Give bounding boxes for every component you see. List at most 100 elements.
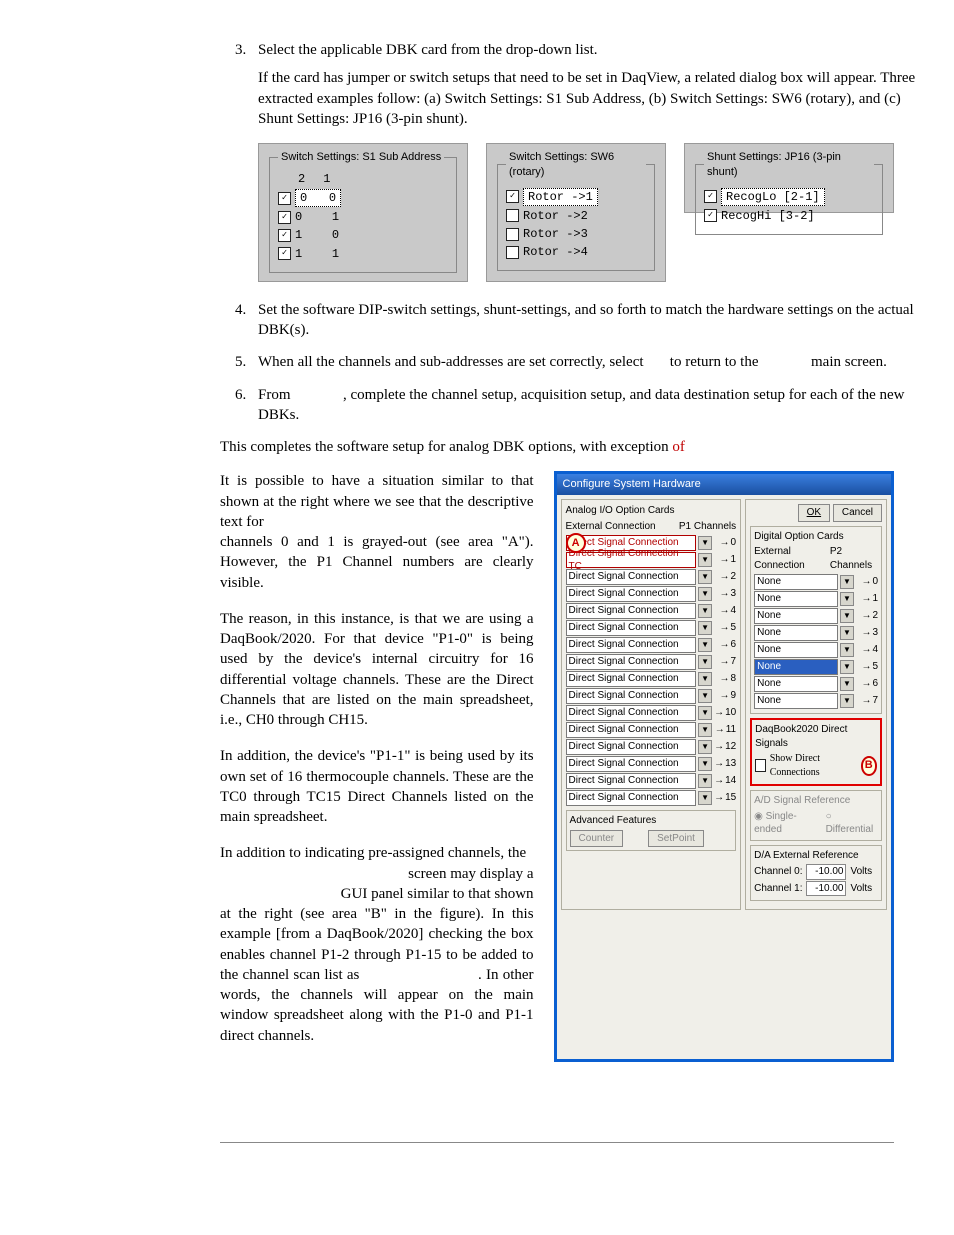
checkbox-icon[interactable]	[704, 190, 717, 203]
prose-p1: It is possible to have a situation simil…	[220, 473, 534, 530]
chevron-down-icon[interactable]: ▼	[698, 536, 712, 550]
chevron-down-icon[interactable]: ▼	[698, 553, 712, 567]
checkbox-icon[interactable]	[506, 190, 519, 203]
closing-text: This completes the software setup for an…	[220, 439, 672, 455]
panel3-row0[interactable]: RecogLo [2-1]	[704, 188, 874, 206]
checkbox-icon[interactable]	[506, 209, 519, 222]
chevron-down-icon[interactable]: ▼	[840, 694, 854, 708]
channel-number: 7	[856, 694, 878, 708]
digital-select[interactable]: None	[754, 574, 838, 590]
checkbox-icon[interactable]	[506, 246, 519, 259]
chevron-down-icon[interactable]: ▼	[840, 592, 854, 606]
prose-p4a: In addition to indicating pre-assigned c…	[220, 845, 526, 861]
channel-number: 6	[856, 677, 878, 691]
channel-number: 3	[856, 626, 878, 640]
panel1-row0[interactable]: 0 0	[278, 189, 448, 207]
step3-text: Select the applicable DBK card from the …	[258, 42, 598, 58]
chevron-down-icon[interactable]: ▼	[698, 706, 712, 720]
show-direct-checkbox[interactable]	[755, 759, 766, 772]
channel-select[interactable]: Direct Signal Connection	[566, 773, 697, 789]
checkbox-icon[interactable]	[278, 247, 291, 260]
chevron-down-icon[interactable]: ▼	[840, 609, 854, 623]
digital-select[interactable]: None	[754, 676, 838, 692]
panel2-row3[interactable]: Rotor ->4	[506, 244, 646, 260]
panel2-row2[interactable]: Rotor ->3	[506, 226, 646, 242]
setpoint-button[interactable]: SetPoint	[648, 830, 704, 848]
chevron-down-icon[interactable]: ▼	[840, 660, 854, 674]
channel-number: 7	[714, 655, 736, 669]
channel-select[interactable]: Direct Signal Connection	[566, 722, 697, 738]
chevron-down-icon[interactable]: ▼	[698, 587, 712, 601]
channel-select[interactable]: Direct Signal Connection	[566, 586, 697, 602]
chevron-down-icon[interactable]: ▼	[698, 774, 712, 788]
digital-select[interactable]: None	[754, 693, 838, 709]
channel-number: 5	[714, 621, 736, 635]
panel1-row3[interactable]: 1 1	[278, 246, 448, 262]
p1r1a: 0	[295, 209, 302, 225]
p2r3: Rotor ->4	[523, 244, 588, 260]
chevron-down-icon[interactable]: ▼	[698, 638, 712, 652]
channel-number: 11	[714, 723, 736, 737]
chevron-down-icon[interactable]: ▼	[698, 723, 712, 737]
ch1-label: Channel 1:	[754, 882, 802, 896]
ok-button[interactable]: OK	[798, 504, 830, 522]
chevron-down-icon[interactable]: ▼	[698, 672, 712, 686]
channel-number: 1	[714, 553, 736, 567]
panel1-row1[interactable]: 0 1	[278, 209, 448, 225]
chevron-down-icon[interactable]: ▼	[698, 791, 712, 805]
cancel-button[interactable]: Cancel	[833, 504, 882, 522]
chevron-down-icon[interactable]: ▼	[840, 626, 854, 640]
channel-select[interactable]: Direct Signal Connection	[566, 705, 697, 721]
chevron-down-icon[interactable]: ▼	[698, 655, 712, 669]
chevron-down-icon[interactable]: ▼	[840, 643, 854, 657]
channel-select[interactable]: Direct Signal Connection	[566, 603, 697, 619]
checkbox-icon[interactable]	[704, 209, 717, 222]
chevron-down-icon[interactable]: ▼	[698, 740, 712, 754]
counter-button[interactable]: Counter	[570, 830, 624, 848]
channel-number: 2	[714, 570, 736, 584]
digital-select[interactable]: None	[754, 608, 838, 624]
panel2-row0[interactable]: Rotor ->1	[506, 188, 646, 206]
digital-select[interactable]: None	[754, 591, 838, 607]
analog-channel-row: Direct Signal Connection▼3	[566, 586, 737, 602]
step-4: Set the software DIP-switch settings, sh…	[250, 300, 924, 341]
checkbox-icon[interactable]	[506, 228, 519, 241]
chevron-down-icon[interactable]: ▼	[698, 604, 712, 618]
chevron-down-icon[interactable]: ▼	[840, 575, 854, 589]
checkbox-icon[interactable]	[278, 192, 291, 205]
panel2-row1[interactable]: Rotor ->2	[506, 208, 646, 224]
ch1-value[interactable]: -10.00	[806, 881, 846, 897]
panel1-row2[interactable]: 1 0	[278, 227, 448, 243]
analog-channel-row: Direct Signal Connection▼12	[566, 739, 737, 755]
channel-select[interactable]: Direct Signal Connection	[566, 620, 697, 636]
volts0: Volts	[850, 865, 872, 879]
channel-select[interactable]: Direct Signal Connection	[566, 688, 697, 704]
ch0-value[interactable]: -10.00	[806, 864, 846, 880]
checkbox-icon[interactable]	[278, 229, 291, 242]
footer-divider	[220, 1142, 894, 1143]
panel3-row1[interactable]: RecogHi [3-2]	[704, 208, 874, 224]
checkbox-icon[interactable]	[278, 211, 291, 224]
channel-select[interactable]: Direct Signal Connection	[566, 637, 697, 653]
digital-channel-row: None▼3	[754, 625, 878, 641]
digital-select[interactable]: None	[754, 659, 838, 675]
channel-select[interactable]: Direct Signal Connection	[566, 671, 697, 687]
channel-select[interactable]: Direct Signal Connection	[566, 654, 697, 670]
p1r0a: 0	[300, 191, 307, 205]
analog-group-label: Analog I/O Option Cards	[566, 504, 737, 518]
channel-select[interactable]: Direct Signal Connection	[566, 756, 697, 772]
digital-select[interactable]: None	[754, 642, 838, 658]
chevron-down-icon[interactable]: ▼	[698, 757, 712, 771]
chevron-down-icon[interactable]: ▼	[840, 677, 854, 691]
chevron-down-icon[interactable]: ▼	[698, 689, 712, 703]
step3b-text: If the card has jumper or switch setups …	[258, 70, 915, 127]
channel-select[interactable]: Direct Signal Connection TC	[566, 552, 697, 568]
chevron-down-icon[interactable]: ▼	[698, 570, 712, 584]
prose-p2: The reason, in this instance, is that we…	[220, 609, 534, 731]
channel-select[interactable]: Direct Signal Connection	[566, 739, 697, 755]
digital-select[interactable]: None	[754, 625, 838, 641]
channel-number: 1	[856, 592, 878, 606]
chevron-down-icon[interactable]: ▼	[698, 621, 712, 635]
channel-select[interactable]: Direct Signal Connection	[566, 790, 697, 806]
channel-select[interactable]: Direct Signal Connection	[566, 569, 697, 585]
